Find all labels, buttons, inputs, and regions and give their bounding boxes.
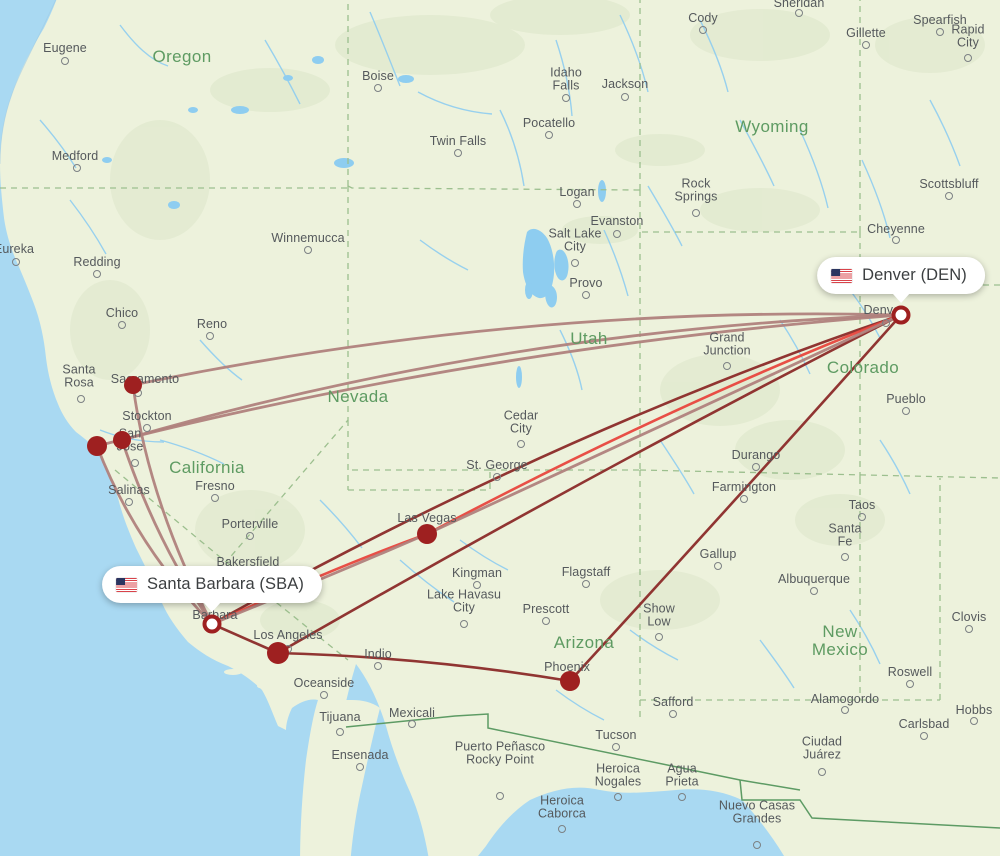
city-dot — [118, 321, 126, 329]
airport-marker[interactable] — [560, 671, 580, 691]
city-dot — [920, 732, 928, 740]
route-LAS-DEN-alt[interactable] — [425, 313, 903, 536]
city-dot — [473, 581, 481, 589]
city-dot — [612, 743, 620, 751]
city-dot — [970, 717, 978, 725]
city-dot — [77, 395, 85, 403]
city-dot — [93, 270, 101, 278]
city-dot — [753, 841, 761, 849]
city-dot — [493, 473, 501, 481]
city-dot — [246, 532, 254, 540]
city-dot — [496, 792, 504, 800]
city-dot — [621, 93, 629, 101]
city-dot — [669, 710, 677, 718]
city-dot — [374, 662, 382, 670]
city-dot — [131, 459, 139, 467]
flight-route-map[interactable]: EugeneMedfordEurekaReddingChicoRenoWinne… — [0, 0, 1000, 856]
us-flag-icon — [116, 577, 138, 592]
city-dot — [356, 763, 364, 771]
hub-marker-den[interactable] — [891, 305, 911, 325]
city-dot — [858, 513, 866, 521]
city-dot — [699, 26, 707, 34]
city-dot — [143, 424, 151, 432]
city-dot — [545, 131, 553, 139]
airport-marker[interactable] — [87, 436, 107, 456]
city-dot — [841, 706, 849, 714]
city-dot — [542, 617, 550, 625]
city-dot — [562, 94, 570, 102]
city-dot — [517, 440, 525, 448]
city-dot — [714, 562, 722, 570]
city-dot — [125, 498, 133, 506]
city-dot — [692, 209, 700, 217]
route-LAX-DEN[interactable] — [276, 313, 903, 655]
airport-marker[interactable] — [417, 524, 437, 544]
city-dot — [862, 41, 870, 49]
city-dot — [558, 825, 566, 833]
city-dot — [882, 319, 890, 327]
city-dot — [374, 84, 382, 92]
route-LAX-PHX[interactable] — [276, 651, 572, 683]
city-dot — [582, 580, 590, 588]
city-dot — [61, 57, 69, 65]
route-SFO-DEN[interactable] — [95, 313, 903, 448]
us-flag-icon — [831, 268, 853, 283]
tooltip-tail — [203, 602, 221, 612]
airport-marker[interactable] — [267, 642, 289, 664]
route-PHX-DEN[interactable] — [568, 313, 903, 683]
city-dot — [582, 291, 590, 299]
airport-marker[interactable] — [124, 376, 142, 394]
city-dot — [73, 164, 81, 172]
city-dot — [810, 587, 818, 595]
city-dot — [818, 768, 826, 776]
city-dot — [336, 728, 344, 736]
city-dot — [211, 494, 219, 502]
city-dot — [320, 691, 328, 699]
city-dot — [964, 54, 972, 62]
city-dot — [965, 625, 973, 633]
city-dot — [841, 553, 849, 561]
city-dot — [740, 495, 748, 503]
city-dot — [571, 259, 579, 267]
airport-marker[interactable] — [113, 431, 131, 449]
tooltip-tail — [892, 293, 910, 303]
city-dot — [408, 720, 416, 728]
city-dot — [678, 793, 686, 801]
city-dot — [945, 192, 953, 200]
city-dot — [936, 28, 944, 36]
city-dot — [460, 620, 468, 628]
city-dot — [892, 236, 900, 244]
city-dot — [723, 362, 731, 370]
city-dot — [573, 200, 581, 208]
hub-marker-sba[interactable] — [202, 614, 222, 634]
city-dot — [613, 230, 621, 238]
city-dot — [752, 463, 760, 471]
city-dot — [454, 149, 462, 157]
tooltip-origin-label: Santa Barbara (SBA) — [147, 575, 304, 593]
city-dot — [906, 680, 914, 688]
city-dot — [655, 633, 663, 641]
tooltip-destination-label: Denver (DEN) — [862, 266, 967, 284]
city-dot — [902, 407, 910, 415]
route-SJC-DEN[interactable] — [120, 313, 903, 442]
city-dot — [206, 332, 214, 340]
city-dot — [12, 258, 20, 266]
city-dot — [614, 793, 622, 801]
tooltip-destination[interactable]: Denver (DEN) — [817, 257, 985, 303]
city-dot — [795, 9, 803, 17]
tooltip-origin[interactable]: Santa Barbara (SBA) — [102, 566, 322, 612]
city-dot — [304, 246, 312, 254]
